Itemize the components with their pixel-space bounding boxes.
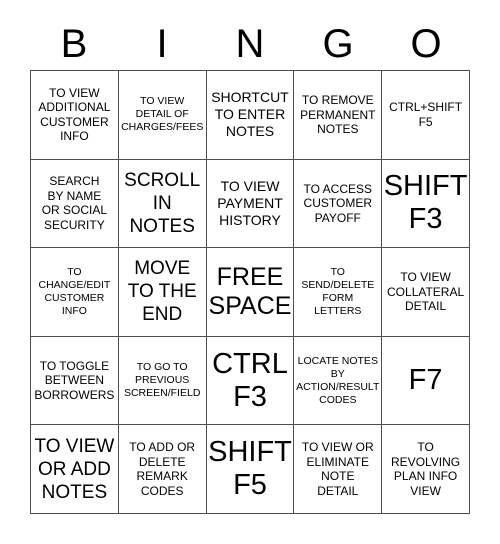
bingo-cell-o2[interactable]: SHIFT F3 [382, 159, 470, 249]
bingo-cell-text: TO VIEW OR ADD NOTES [34, 435, 115, 503]
bingo-cell-n3[interactable]: FREE SPACE [206, 248, 295, 337]
bingo-cell-o1[interactable]: CTRL+SHIFT F5 [382, 71, 470, 160]
bingo-cell-o3[interactable]: TO VIEW COLLATERAL DETAIL [382, 248, 470, 337]
bingo-cell-b5[interactable]: TO VIEW OR ADD NOTES [31, 425, 119, 514]
bingo-cell-i5[interactable]: TO ADD OR DELETE REMARK CODES [118, 425, 207, 514]
bingo-cell-n5[interactable]: SHIFT F5 [206, 425, 295, 514]
bingo-cell-n4[interactable]: CTRL F3 [206, 336, 295, 426]
bingo-header-letter-g: G [322, 22, 354, 66]
bingo-cell-text: TO VIEW OR ELIMINATE NOTE DETAIL [301, 440, 374, 498]
bingo-header-letter-i: I [156, 22, 168, 66]
bingo-cell-text: F7 [408, 364, 443, 397]
bingo-cell-g1[interactable]: TO REMOVE PERMANENT NOTES [294, 71, 383, 160]
bingo-header-letter-n: N [235, 22, 265, 66]
bingo-cell-text: LOCATE NOTES BY ACTION/RESULT CODES [296, 354, 380, 406]
bingo-cell-n2[interactable]: TO VIEW PAYMENT HISTORY [206, 159, 295, 249]
bingo-cell-text: SEARCH BY NAME OR SOCIAL SECURITY [41, 174, 108, 232]
bingo-cell-b3[interactable]: TO CHANGE/EDIT CUSTOMER INFO [31, 248, 119, 337]
bingo-cell-text: SCROLL IN NOTES [124, 169, 201, 237]
bingo-cell-text: TO ACCESS CUSTOMER PAYOFF [303, 181, 373, 225]
bingo-cell-text: TO TOGGLE BETWEEN BORROWERS [34, 358, 115, 402]
bingo-cell-b2[interactable]: SEARCH BY NAME OR SOCIAL SECURITY [31, 159, 119, 249]
bingo-cell-i3[interactable]: MOVE TO THE END [118, 248, 207, 337]
bingo-header-letter-b: B [60, 22, 88, 66]
bingo-cell-text: FREE SPACE [208, 262, 292, 320]
bingo-cell-text: TO VIEW ADDITIONAL CUSTOMER INFO [38, 85, 111, 144]
bingo-cell-text: TO VIEW COLLATERAL DETAIL [387, 270, 465, 314]
bingo-cell-i2[interactable]: SCROLL IN NOTES [118, 159, 207, 249]
bingo-cell-text: SHIFT F5 [208, 436, 292, 502]
bingo-card: B I N G O TO VIEW ADDITIONAL CUSTOMER IN… [0, 0, 500, 544]
bingo-cell-text: TO REVOLVING PLAN INFO VIEW [391, 440, 461, 498]
bingo-cell-text: SHORTCUT TO ENTER NOTES [211, 89, 289, 140]
bingo-cell-text: TO SEND/DELETE FORM LETTERS [301, 265, 375, 317]
bingo-header-letter-o: O [410, 22, 442, 66]
bingo-cell-o5[interactable]: TO REVOLVING PLAN INFO VIEW [382, 425, 470, 514]
bingo-cell-b4[interactable]: TO TOGGLE BETWEEN BORROWERS [31, 336, 119, 426]
bingo-header-row: B I N G O [30, 18, 470, 70]
bingo-cell-o4[interactable]: F7 [382, 336, 470, 426]
bingo-cell-i1[interactable]: TO VIEW DETAIL OF CHARGES/FEES [118, 71, 207, 160]
bingo-cell-text: CTRL+SHIFT F5 [389, 100, 463, 129]
bingo-grid: TO VIEW ADDITIONAL CUSTOMER INFO TO VIEW … [30, 70, 470, 514]
bingo-cell-text: MOVE TO THE END [127, 258, 197, 326]
bingo-cell-text: CTRL F3 [212, 347, 288, 413]
bingo-cell-text: TO ADD OR DELETE REMARK CODES [129, 440, 196, 498]
bingo-cell-text: TO CHANGE/EDIT CUSTOMER INFO [38, 265, 111, 317]
bingo-cell-text: TO VIEW PAYMENT HISTORY [217, 177, 283, 228]
bingo-cell-text: TO GO TO PREVIOUS SCREEN/FIELD [123, 361, 201, 400]
bingo-cell-g5[interactable]: TO VIEW OR ELIMINATE NOTE DETAIL [294, 425, 383, 514]
bingo-cell-text: TO VIEW DETAIL OF CHARGES/FEES [121, 95, 204, 134]
bingo-cell-g3[interactable]: TO SEND/DELETE FORM LETTERS [294, 248, 383, 337]
bingo-cell-b1[interactable]: TO VIEW ADDITIONAL CUSTOMER INFO [31, 71, 119, 160]
bingo-cell-text: TO REMOVE PERMANENT NOTES [300, 93, 376, 137]
bingo-cell-text: SHIFT F3 [383, 170, 468, 236]
bingo-cell-n1[interactable]: SHORTCUT TO ENTER NOTES [206, 71, 295, 160]
bingo-cell-i4[interactable]: TO GO TO PREVIOUS SCREEN/FIELD [118, 336, 207, 426]
bingo-cell-g2[interactable]: TO ACCESS CUSTOMER PAYOFF [294, 159, 383, 249]
bingo-cell-g4[interactable]: LOCATE NOTES BY ACTION/RESULT CODES [294, 336, 383, 426]
